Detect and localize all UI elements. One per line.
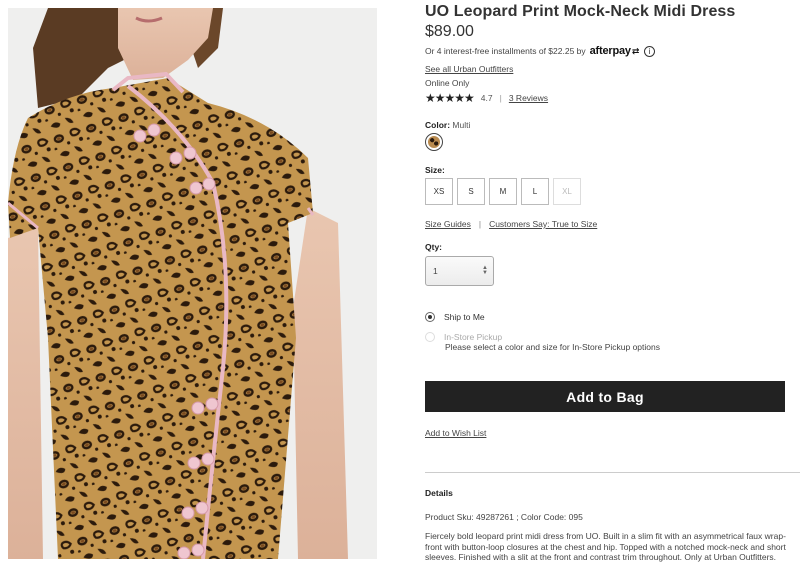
ship-radio[interactable]	[425, 312, 435, 322]
add-to-wishlist-link[interactable]: Add to Wish List	[425, 428, 486, 438]
availability-text: Online Only	[425, 78, 470, 88]
color-value: Multi	[452, 120, 471, 130]
ship-label: Ship to Me	[444, 312, 485, 322]
product-info-panel: UO Leopard Print Mock-Neck Midi Dress $8…	[425, 0, 800, 566]
updown-arrows-icon: ▲ ▼	[482, 265, 488, 276]
qty-select[interactable]: 1 ▲ ▼	[425, 256, 494, 286]
product-image[interactable]	[8, 8, 377, 559]
star-rating-icon: ★★★★★	[425, 91, 475, 105]
pickup-label: In-Store Pickup	[444, 332, 503, 342]
product-description: Fiercely bold leopard print midi dress f…	[425, 531, 786, 562]
color-label-title: Color:	[425, 120, 451, 130]
pickup-note: Please select a color and size for In-St…	[445, 342, 660, 352]
rating-value: 4.7	[480, 93, 493, 103]
size-option-xs[interactable]: XS	[425, 178, 453, 205]
section-divider	[425, 472, 800, 473]
size-option-xl[interactable]: XL	[553, 178, 581, 205]
true-to-size-link[interactable]: Customers Say: True to Size	[489, 219, 597, 229]
size-guides-link[interactable]: Size Guides	[425, 219, 471, 229]
brand-link[interactable]: See all Urban Outfitters	[425, 64, 513, 74]
pickup-radio[interactable]	[425, 332, 435, 342]
afterpay-arrows-icon: ⇄	[631, 45, 640, 56]
color-label: Color: Multi	[425, 120, 470, 130]
qty-value: 1	[433, 266, 438, 276]
size-label: Size:	[425, 165, 445, 175]
details-heading: Details	[425, 488, 453, 498]
afterpay-logo: afterpay ⇄	[590, 45, 640, 57]
reviews-link[interactable]: 3 Reviews	[509, 93, 548, 103]
afterpay-logo-text: afterpay	[589, 45, 631, 57]
product-photo-illustration	[8, 8, 377, 559]
size-option-s[interactable]: S	[457, 178, 485, 205]
info-icon[interactable]: i	[644, 45, 656, 57]
product-sku: Product Sku: 49287261 ; Color Code: 095	[425, 512, 583, 522]
afterpay-row: Or 4 interest-free installments of $22.2…	[425, 45, 656, 57]
size-links-row: Size Guides | Customers Say: True to Siz…	[425, 219, 597, 229]
ship-to-me-option[interactable]: Ship to Me	[425, 312, 485, 322]
size-options: XS S M L XL	[425, 178, 581, 205]
add-to-bag-button[interactable]: Add to Bag	[425, 381, 785, 412]
qty-label: Qty:	[425, 242, 442, 252]
color-swatch-multi[interactable]	[425, 133, 443, 151]
leopard-swatch-icon	[428, 136, 440, 148]
size-option-l[interactable]: L	[521, 178, 549, 205]
afterpay-text: Or 4 interest-free installments of $22.2…	[425, 46, 586, 56]
rating-row: ★★★★★ 4.7 | 3 Reviews	[425, 91, 548, 105]
size-option-m[interactable]: M	[489, 178, 517, 205]
in-store-pickup-option[interactable]: In-Store Pickup	[425, 332, 502, 342]
product-title: UO Leopard Print Mock-Neck Midi Dress	[425, 3, 736, 20]
size-links-separator: |	[478, 219, 482, 229]
rating-separator: |	[499, 93, 502, 103]
product-price: $89.00	[425, 23, 474, 40]
